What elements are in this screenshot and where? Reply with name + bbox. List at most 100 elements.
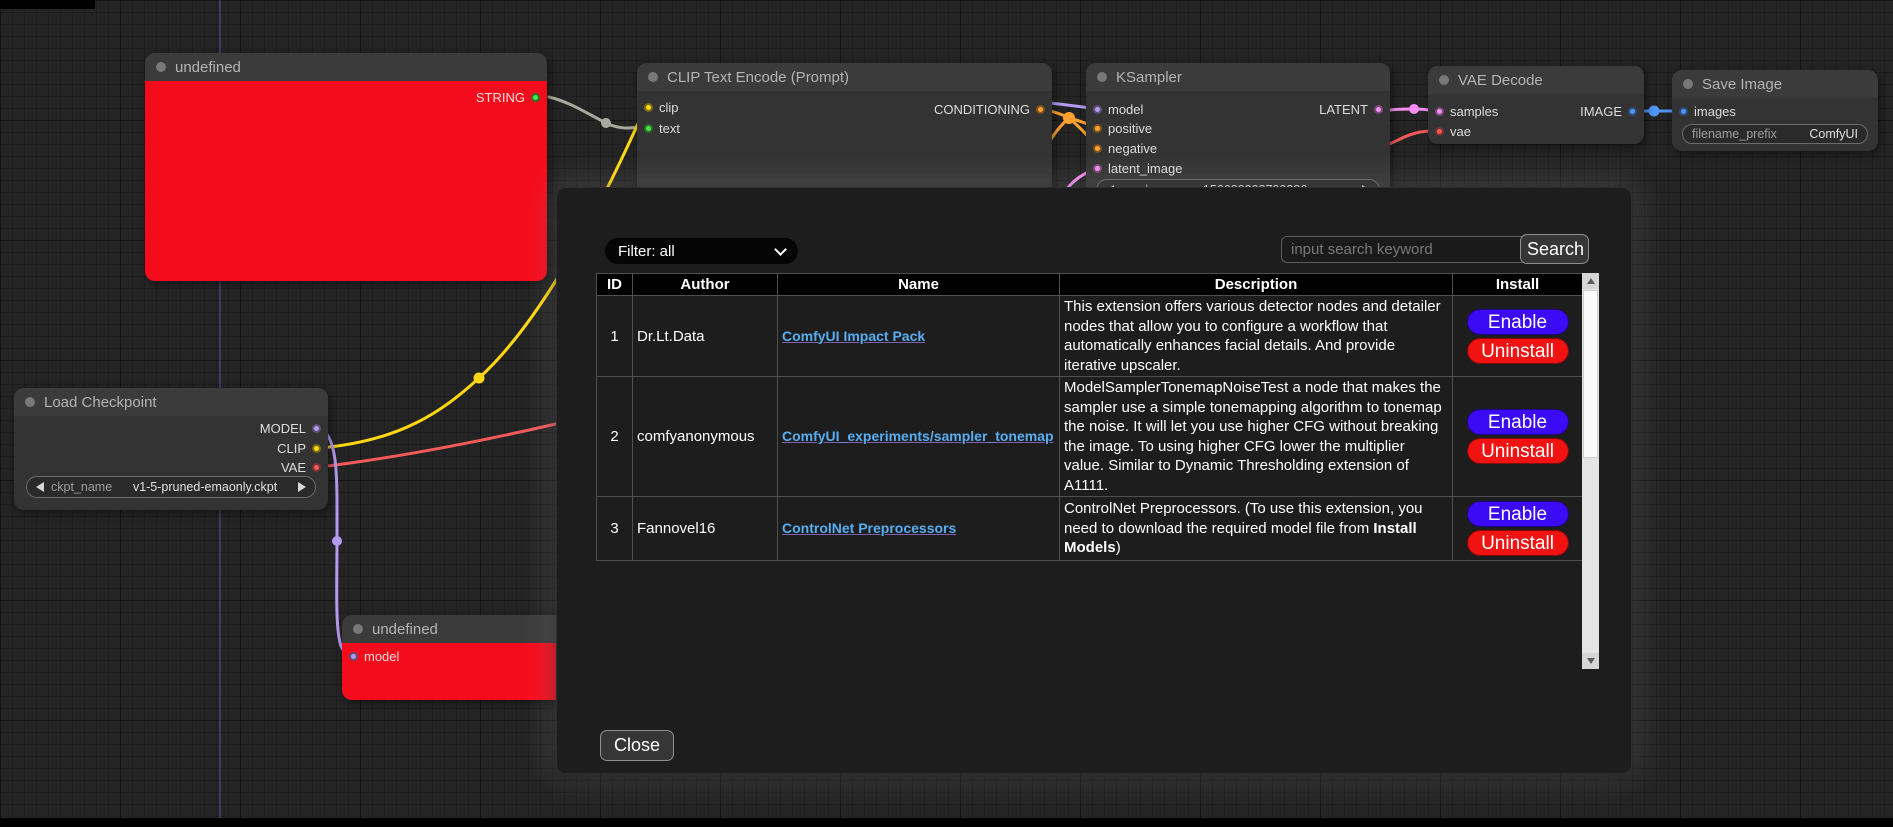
node-collapse-dot-icon[interactable]	[1439, 75, 1449, 85]
slot-input-images: images	[1679, 103, 1736, 119]
reroute-dot[interactable]	[474, 373, 485, 384]
cell-id: 1	[597, 296, 633, 377]
output-dot[interactable]	[312, 463, 321, 472]
input-dot[interactable]	[349, 652, 358, 661]
table-header-row: ID Author Name Description Install	[597, 274, 1583, 296]
slot-output-string: STRING	[476, 89, 540, 105]
input-dot[interactable]	[644, 124, 653, 133]
node-collapse-dot-icon[interactable]	[25, 397, 35, 407]
reroute-dot[interactable]	[601, 118, 611, 128]
output-dot[interactable]	[312, 444, 321, 453]
scrollbar-down-icon[interactable]	[1582, 653, 1599, 669]
node-title-bar[interactable]: KSampler	[1086, 63, 1390, 91]
node-title-bar[interactable]: undefined	[145, 53, 547, 81]
search-button[interactable]: Search	[1520, 234, 1589, 264]
manager-dialog: Filter: all Search ID Author Name Descri…	[556, 187, 1632, 774]
input-dot[interactable]	[1093, 105, 1102, 114]
input-dot[interactable]	[1093, 124, 1102, 133]
node-title: Load Checkpoint	[44, 394, 157, 411]
header-install: Install	[1453, 274, 1583, 296]
scrollbar-thumb[interactable]	[1583, 290, 1598, 458]
cell-description: ModelSamplerTonemapNoiseTest a node that…	[1060, 377, 1453, 497]
table-row: 2 comfyanonymous ComfyUI_experiments/sam…	[597, 377, 1583, 497]
enable-button[interactable]: Enable	[1467, 501, 1569, 527]
enable-button[interactable]: Enable	[1467, 409, 1569, 435]
node-vae-decode: VAE Decode samples vae IMAGE	[1428, 66, 1644, 144]
extension-link[interactable]: ControlNet Preprocessors	[782, 520, 956, 536]
slot-input-model: model	[1093, 101, 1143, 117]
slot-input-text: text	[644, 120, 680, 136]
slot-input-negative: negative	[1093, 140, 1157, 156]
enable-button[interactable]: Enable	[1467, 309, 1569, 335]
output-dot[interactable]	[1374, 105, 1383, 114]
ckpt-name-widget[interactable]: ckpt_name v1-5-pruned-emaonly.ckpt	[26, 476, 316, 498]
node-body: samples vae IMAGE	[1428, 94, 1644, 144]
slot-output-vae: VAE	[281, 459, 321, 475]
extensions-table: ID Author Name Description Install 1 Dr.…	[596, 273, 1583, 561]
prev-arrow-icon[interactable]	[36, 482, 44, 492]
cell-author: Dr.Lt.Data	[633, 296, 778, 377]
reroute-dot[interactable]	[1409, 104, 1419, 114]
node-collapse-dot-icon[interactable]	[1683, 79, 1693, 89]
node-save-image: Save Image images filename_prefix ComfyU…	[1672, 70, 1878, 151]
extension-link[interactable]: ComfyUI_experiments/sampler_tonemap	[782, 428, 1054, 444]
ckpt-name-value: v1-5-pruned-emaonly.ckpt	[133, 480, 277, 494]
node-collapse-dot-icon[interactable]	[648, 72, 658, 82]
extensions-table-container: ID Author Name Description Install 1 Dr.…	[596, 273, 1599, 669]
uninstall-button[interactable]: Uninstall	[1467, 338, 1569, 364]
node-collapse-dot-icon[interactable]	[156, 62, 166, 72]
table-row: 3 Fannovel16 ControlNet Preprocessors Co…	[597, 497, 1583, 561]
scrollbar[interactable]	[1582, 273, 1599, 669]
node-load-checkpoint: Load Checkpoint MODEL CLIP VAE ckpt_name…	[14, 388, 328, 510]
input-dot[interactable]	[1435, 107, 1444, 116]
node-title-bar[interactable]: Load Checkpoint	[14, 388, 328, 416]
cell-id: 3	[597, 497, 633, 561]
input-dot[interactable]	[1679, 107, 1688, 116]
output-dot[interactable]	[1036, 105, 1045, 114]
node-collapse-dot-icon[interactable]	[1097, 72, 1107, 82]
uninstall-button[interactable]: Uninstall	[1467, 530, 1569, 556]
node-body: model	[342, 643, 572, 700]
cell-author: comfyanonymous	[633, 377, 778, 497]
wire-string-to-text	[549, 97, 641, 128]
next-arrow-icon[interactable]	[298, 482, 306, 492]
cell-author: Fannovel16	[633, 497, 778, 561]
slot-output-latent: LATENT	[1319, 101, 1383, 117]
slot-output-conditioning: CONDITIONING	[934, 101, 1045, 117]
header-name: Name	[778, 274, 1060, 296]
input-dot[interactable]	[1093, 164, 1102, 173]
output-dot[interactable]	[1628, 107, 1637, 116]
filename-prefix-widget[interactable]: filename_prefix ComfyUI	[1682, 124, 1868, 144]
node-body: MODEL CLIP VAE ckpt_name v1-5-pruned-ema…	[14, 416, 328, 510]
node-title-bar[interactable]: VAE Decode	[1428, 66, 1644, 94]
cell-install: Enable Uninstall	[1453, 296, 1583, 377]
node-title-bar[interactable]: Save Image	[1672, 70, 1878, 98]
close-button[interactable]: Close	[600, 730, 674, 761]
node-title-bar[interactable]: undefined	[342, 615, 572, 643]
input-dot[interactable]	[1435, 127, 1444, 136]
uninstall-button[interactable]: Uninstall	[1467, 438, 1569, 464]
reroute-dot[interactable]	[1063, 112, 1075, 124]
chevron-down-icon	[774, 243, 787, 256]
input-dot[interactable]	[644, 103, 653, 112]
reroute-dot[interactable]	[332, 536, 342, 546]
output-dot[interactable]	[531, 93, 540, 102]
node-collapse-dot-icon[interactable]	[353, 624, 363, 634]
filter-selected-value: Filter: all	[618, 243, 675, 260]
filter-select[interactable]: Filter: all	[605, 238, 798, 264]
slot-output-clip: CLIP	[277, 440, 321, 456]
search-input[interactable]	[1281, 236, 1527, 263]
reroute-dot[interactable]	[1649, 106, 1660, 117]
output-dot[interactable]	[312, 424, 321, 433]
node-title: KSampler	[1116, 69, 1182, 86]
node-body: STRING	[145, 81, 547, 281]
input-dot[interactable]	[1093, 144, 1102, 153]
node-title: undefined	[372, 621, 438, 638]
node-title-bar[interactable]: CLIP Text Encode (Prompt)	[637, 63, 1052, 91]
scrollbar-up-icon[interactable]	[1582, 273, 1599, 289]
header-author: Author	[633, 274, 778, 296]
cell-id: 2	[597, 377, 633, 497]
slot-input-samples: samples	[1435, 103, 1498, 119]
table-row: 1 Dr.Lt.Data ComfyUI Impact Pack This ex…	[597, 296, 1583, 377]
extension-link[interactable]: ComfyUI Impact Pack	[782, 328, 925, 344]
